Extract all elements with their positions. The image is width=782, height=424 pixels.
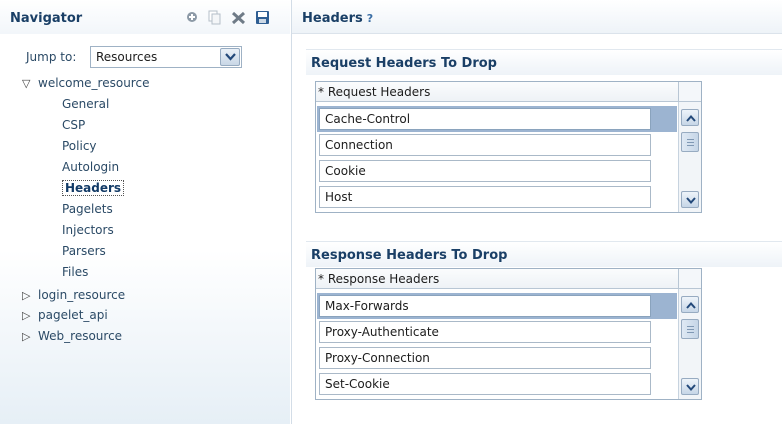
tree-node-pagelet-api[interactable]: ▷ pagelet_api [22, 306, 108, 324]
column-header-label: Request Headers [327, 85, 431, 99]
content-header: Headers? [292, 0, 782, 34]
copy-icon[interactable] [206, 9, 224, 27]
tree-item-pagelets[interactable]: Pagelets [62, 200, 113, 218]
tree-item-general[interactable]: General [62, 95, 109, 113]
tree-item-csp[interactable]: CSP [62, 116, 85, 134]
tree-node-label: login_resource [38, 288, 126, 302]
jump-to-selected-value: Resources [96, 50, 158, 64]
collapsed-triangle-icon[interactable]: ▷ [22, 328, 38, 346]
chevron-down-icon[interactable] [220, 48, 240, 66]
request-section-header: Request Headers To Drop [306, 49, 782, 75]
response-section-header: Response Headers To Drop [306, 241, 782, 267]
response-section-title: Response Headers To Drop [311, 248, 508, 263]
required-marker: * [318, 85, 324, 99]
tree-node-welcome-resource[interactable]: ▽ welcome_resource [22, 74, 149, 92]
jump-to-select[interactable]: Resources [90, 46, 242, 68]
delete-icon[interactable] [230, 9, 248, 27]
table-row[interactable]: Set-Cookie [317, 371, 677, 397]
column-header: * Response Headers [316, 269, 679, 289]
help-icon[interactable]: ? [367, 12, 373, 25]
header-name-field[interactable]: Max-Forwards [319, 295, 651, 317]
add-icon[interactable] [184, 9, 202, 27]
tree-item-files[interactable]: Files [62, 263, 88, 281]
tree-node-login-resource[interactable]: ▷ login_resource [22, 286, 125, 304]
scroll-up-icon[interactable] [681, 109, 699, 126]
column-header-label: Response Headers [327, 272, 440, 286]
table-row[interactable]: Proxy-Connection [317, 345, 677, 371]
tree-item-injectors[interactable]: Injectors [62, 221, 114, 239]
tree-item-headers[interactable]: Headers [62, 179, 125, 197]
table-row[interactable]: Cookie [317, 158, 677, 184]
column-header: * Request Headers [316, 82, 679, 102]
table-corner [678, 269, 701, 289]
collapsed-triangle-icon[interactable]: ▷ [22, 287, 38, 305]
required-marker: * [318, 272, 324, 286]
scroll-down-icon[interactable] [681, 191, 699, 208]
tree-node-web-resource[interactable]: ▷ Web_resource [22, 327, 122, 345]
vertical-scrollbar[interactable] [678, 102, 701, 212]
table-row[interactable]: Host [317, 184, 677, 210]
jump-to-label: Jump to: [26, 50, 77, 64]
header-name-field[interactable]: Cache-Control [319, 108, 651, 130]
header-name-field[interactable]: Set-Cookie [319, 373, 651, 395]
tree-item-policy[interactable]: Policy [62, 137, 97, 155]
header-name-field[interactable]: Proxy-Connection [319, 347, 651, 369]
table-row[interactable]: Proxy-Authenticate [317, 319, 677, 345]
tree-item-parsers[interactable]: Parsers [62, 242, 106, 260]
navigator-panel: Navigator Jump to: Resources ▽ welcome_r… [0, 0, 290, 424]
tree-node-label: welcome_resource [38, 76, 150, 90]
scroll-down-icon[interactable] [681, 378, 699, 395]
scroll-up-icon[interactable] [681, 296, 699, 313]
scroll-thumb[interactable] [681, 319, 699, 339]
table-row[interactable]: Connection [317, 132, 677, 158]
tree-node-label: Web_resource [38, 329, 123, 343]
navigator-title: Navigator [10, 11, 83, 26]
table-row[interactable]: Max-Forwards [317, 293, 677, 319]
header-name-field[interactable]: Cookie [319, 160, 651, 182]
table-row[interactable]: Cache-Control [317, 106, 677, 132]
vertical-scrollbar[interactable] [678, 289, 701, 399]
scroll-thumb[interactable] [681, 132, 699, 152]
collapsed-triangle-icon[interactable]: ▷ [22, 307, 38, 325]
header-name-field[interactable]: Proxy-Authenticate [319, 321, 651, 343]
tree-node-label: pagelet_api [38, 308, 108, 322]
tree-item-autologin[interactable]: Autologin [62, 158, 119, 176]
expanded-triangle-icon[interactable]: ▽ [22, 75, 38, 93]
table-corner [678, 82, 701, 102]
save-icon[interactable] [254, 9, 272, 27]
header-name-field[interactable]: Host [319, 186, 651, 208]
request-headers-table: * Request Headers Cache-Control Connecti… [315, 81, 702, 213]
navigator-header: Navigator [0, 0, 290, 34]
page-title: Headers? [302, 11, 374, 26]
header-name-field[interactable]: Connection [319, 134, 651, 156]
response-headers-table: * Response Headers Max-Forwards Proxy-Au… [315, 268, 702, 400]
request-section-title: Request Headers To Drop [311, 56, 497, 71]
